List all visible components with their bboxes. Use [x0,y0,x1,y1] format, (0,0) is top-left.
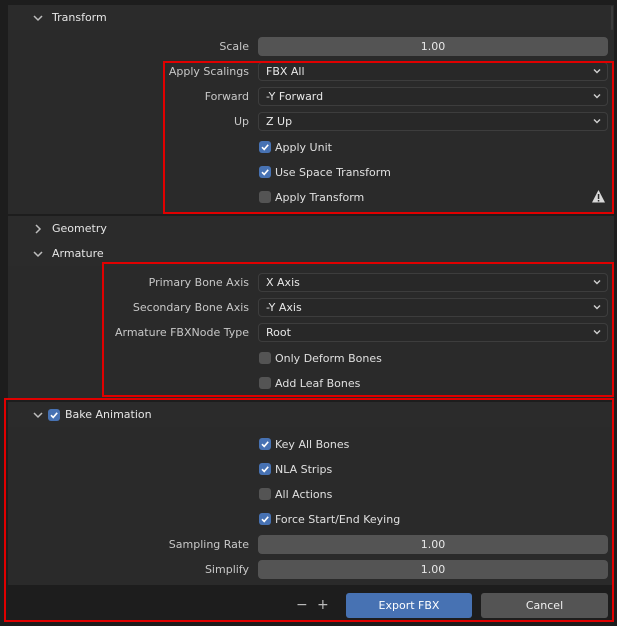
warning-icon [591,189,606,204]
chevron-down-icon [592,302,602,315]
chevron-right-icon [30,223,46,234]
apply-unit-label: Apply Unit [275,140,332,154]
fbx-node-type-value: Root [266,326,291,339]
apply-transform-label: Apply Transform [275,190,365,204]
use-space-transform-checkbox[interactable]: Use Space Transform [259,164,391,180]
checkbox-empty [259,377,271,389]
checkbox-empty [259,352,271,364]
scale-label: Scale [219,40,249,53]
export-fbx-button[interactable]: Export FBX [346,593,472,618]
bake-animation-enable-checkbox[interactable] [48,408,60,421]
armature-panel-title: Armature [52,247,104,260]
forward-value: -Y Forward [266,90,324,103]
secondary-bone-axis-dropdown[interactable]: -Y Axis [258,298,608,317]
geometry-panel-header[interactable]: Geometry [8,216,614,241]
fbx-node-type-label: Armature FBXNode Type [114,326,249,339]
apply-transform-checkbox[interactable]: Apply Transform [259,189,364,205]
apply-scalings-dropdown[interactable]: FBX All [258,62,608,81]
chevron-down-icon [592,327,602,340]
nla-strips-checkbox[interactable]: NLA Strips [259,461,332,477]
transform-panel-header[interactable]: Transform [8,5,614,30]
key-all-bones-checkbox[interactable]: Key All Bones [259,436,349,452]
geometry-panel-title: Geometry [52,222,107,235]
sampling-rate-label: Sampling Rate [168,538,249,551]
simplify-label: Simplify [204,563,249,576]
bake-animation-panel-header[interactable]: Bake Animation [8,402,614,427]
checkbox-empty [259,488,271,500]
add-leaf-bones-checkbox[interactable]: Add Leaf Bones [259,375,360,391]
checkmark-icon [259,438,271,450]
nla-strips-label: NLA Strips [275,462,333,476]
scrollbar[interactable] [611,6,613,30]
use-space-transform-label: Use Space Transform [275,165,391,179]
add-leaf-bones-label: Add Leaf Bones [275,376,361,390]
force-keying-label: Force Start/End Keying [275,512,401,526]
apply-unit-checkbox[interactable]: Apply Unit [259,139,332,155]
sampling-rate-field[interactable]: 1.00 [258,535,608,554]
primary-bone-axis-value: X Axis [266,276,300,289]
all-actions-checkbox[interactable]: All Actions [259,486,332,502]
key-all-bones-label: Key All Bones [275,437,350,451]
apply-scalings-value: FBX All [266,65,305,78]
only-deform-bones-checkbox[interactable]: Only Deform Bones [259,350,382,366]
up-dropdown[interactable]: Z Up [258,112,608,131]
zoom-out-button[interactable]: − [296,598,308,612]
simplify-field[interactable]: 1.00 [258,560,608,579]
chevron-down-icon [592,277,602,290]
fbx-node-type-dropdown[interactable]: Root [258,323,608,342]
primary-bone-axis-dropdown[interactable]: X Axis [258,273,608,292]
primary-bone-axis-label: Primary Bone Axis [148,276,249,289]
secondary-bone-axis-label: Secondary Bone Axis [132,301,249,314]
checkmark-icon [259,141,271,153]
zoom-in-button[interactable]: + [317,598,329,612]
chevron-down-icon [592,66,602,79]
forward-dropdown[interactable]: -Y Forward [258,87,608,106]
all-actions-label: All Actions [275,487,333,501]
up-value: Z Up [266,115,293,128]
cancel-button[interactable]: Cancel [481,593,608,618]
fbx-export-dialog: Transform Scale 1.00 Apply Scalings FBX … [0,0,617,626]
armature-panel-header[interactable]: Armature [8,241,614,266]
force-keying-checkbox[interactable]: Force Start/End Keying [259,511,400,527]
chevron-down-icon [592,116,602,129]
only-deform-bones-label: Only Deform Bones [275,351,382,365]
chevron-down-icon [30,250,46,258]
checkbox-empty [259,191,271,203]
chevron-down-icon [30,14,46,22]
chevron-down-icon [592,91,602,104]
transform-panel-title: Transform [52,11,107,24]
checkmark-icon [259,166,271,178]
apply-scalings-label: Apply Scalings [168,65,249,78]
forward-label: Forward [204,90,249,103]
up-label: Up [233,115,249,128]
checkmark-icon [259,463,271,475]
scale-field[interactable]: 1.00 [258,37,608,56]
secondary-bone-axis-value: -Y Axis [266,301,302,314]
chevron-down-icon [30,411,46,419]
bake-animation-panel-title: Bake Animation [65,408,152,421]
checkmark-icon [259,513,271,525]
